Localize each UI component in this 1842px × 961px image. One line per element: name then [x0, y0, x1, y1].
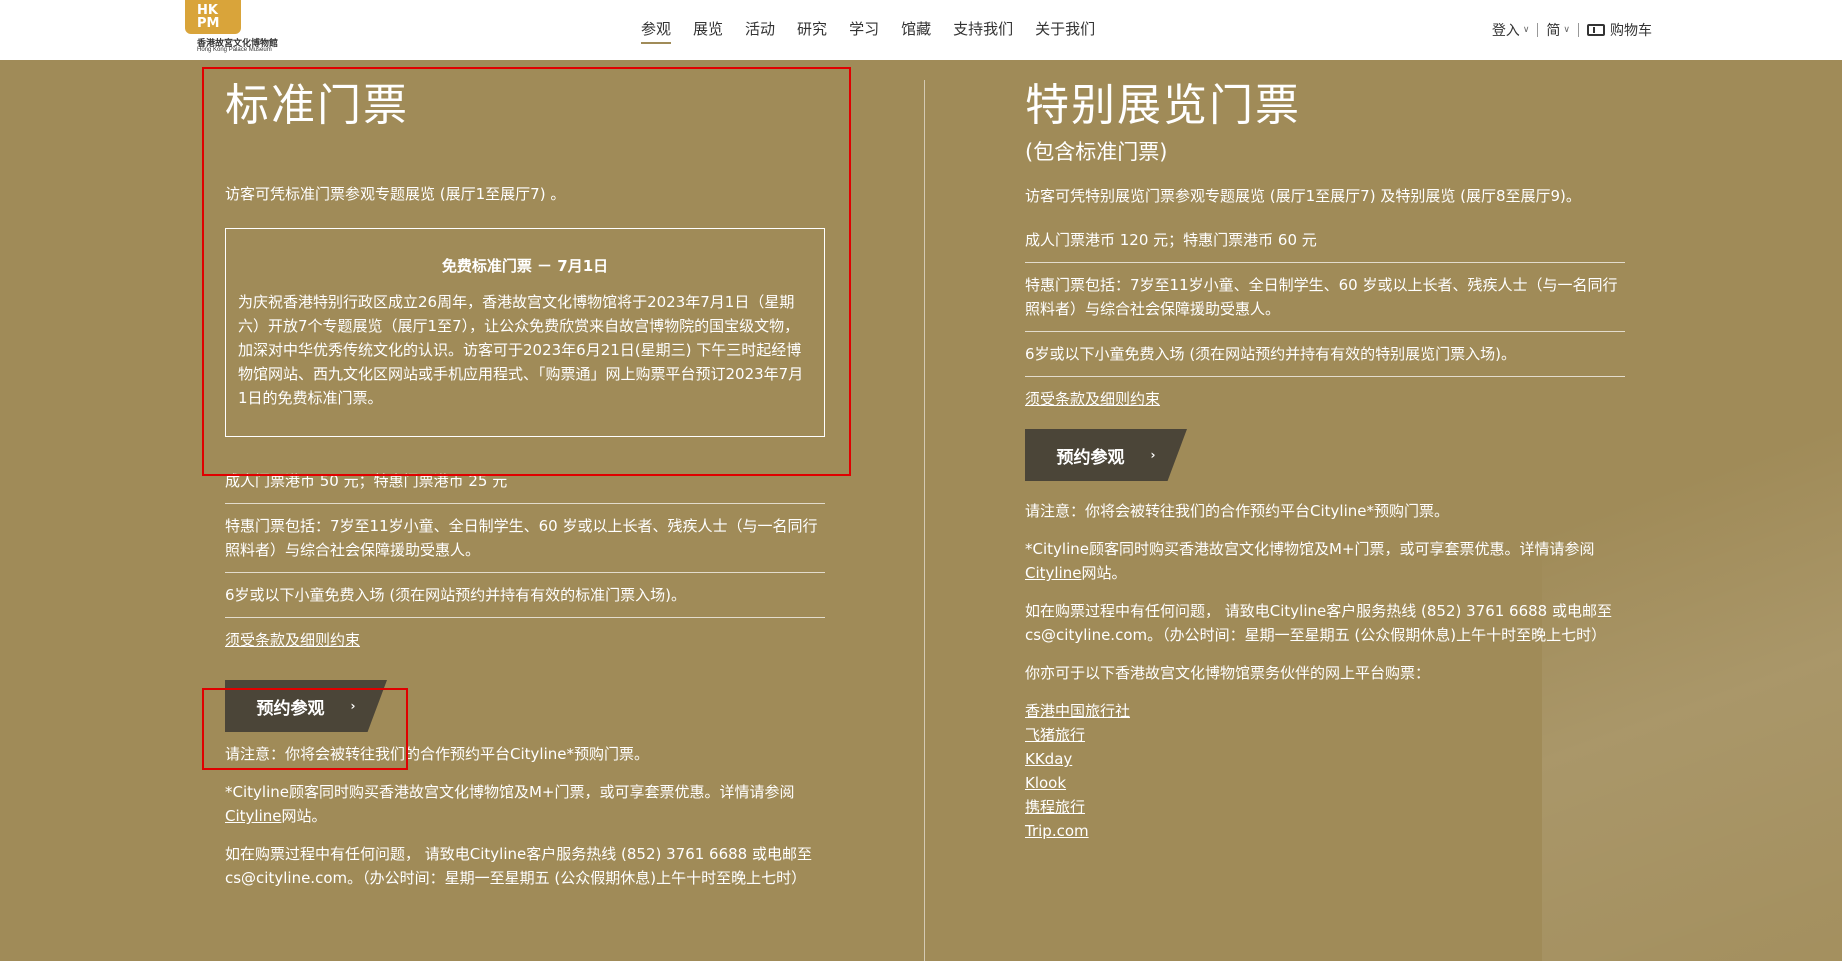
notice-body: 为庆祝香港特别行政区成立26周年，香港故宫文化博物馆将于2023年7月1日（星期…	[238, 293, 804, 407]
cityline-redirect-note: 请注意：你将会被转往我们的合作预约平台Cityline*预购门票。	[1025, 502, 1449, 520]
logo-name-en: Hong Kong Palace Museum	[197, 47, 272, 53]
booking-button-wrap: 预约参观 ›	[1025, 429, 1625, 481]
nav-learning[interactable]: 学习	[838, 18, 890, 44]
book-visit-button[interactable]: 预约参观 ›	[1025, 429, 1187, 481]
main-nav: 参观 展览 活动 研究 学习 馆藏 支持我们 关于我们	[630, 18, 1106, 44]
nav-exhibitions[interactable]: 展览	[682, 18, 734, 44]
partner-link[interactable]: 携程旅行	[1025, 798, 1085, 816]
partners-intro: 你亦可于以下香港故宫文化博物馆票务伙伴的网上平台购票：	[1025, 664, 1431, 682]
package-offer-note: *Cityline顾客同时购买香港故宫文化博物馆及M+门票，或可享套票优惠。详情…	[225, 783, 795, 825]
partner-list: 香港中国旅行社 飞猪旅行 KKday Klook 携程旅行 Trip.com	[1025, 699, 1625, 843]
login-button[interactable]: 登入 ∨	[1484, 20, 1538, 40]
special-ticket-subtitle: (包含标准门票)	[1025, 140, 1168, 164]
cityline-link[interactable]: Cityline	[225, 807, 281, 825]
standard-concession: 特惠门票包括：7岁至11岁小童、全日制学生、60 岁或以上长者、残疾人士（与一名…	[225, 504, 825, 573]
chevron-right-icon: ›	[1150, 448, 1156, 462]
nav-visit[interactable]: 参观	[630, 18, 682, 44]
standard-price: 成人门票港币 50 元；特惠门票港币 25 元	[225, 459, 825, 504]
partner-link[interactable]: Trip.com	[1025, 822, 1089, 840]
partner-link[interactable]: Klook	[1025, 774, 1066, 792]
partner-link[interactable]: KKday	[1025, 750, 1072, 768]
terms-link[interactable]: 须受条款及细则约束	[1025, 390, 1160, 408]
special-ticket-section: 特别展览门票 (包含标准门票) 访客可凭特别展览门票参观专题展览 (展厅1至展厅…	[1025, 60, 1625, 843]
standard-ticket-section: 标准门票 访客可凭标准门票参观专题展览 (展厅1至展厅7) 。 免费标准门票 －…	[225, 60, 825, 890]
language-selector[interactable]: 简 ∨	[1538, 20, 1578, 40]
notice-title: 免费标准门票 － 7月1日	[441, 257, 609, 275]
cart-button[interactable]: 购物车	[1579, 20, 1660, 40]
chevron-down-icon: ∨	[1522, 25, 1530, 35]
cityline-link[interactable]: Cityline	[1025, 564, 1081, 582]
special-concession: 特惠门票包括：7岁至11岁小童、全日制学生、60 岁或以上长者、残疾人士（与一名…	[1025, 263, 1625, 332]
special-children: 6岁或以下小童免费入场 (须在网站预约并持有有效的特别展览门票入场)。	[1025, 332, 1625, 377]
special-ticket-intro: 访客可凭特别展览门票参观专题展览 (展厅1至展厅7) 及特别展览 (展厅8至展厅…	[1025, 187, 1581, 205]
partner-link[interactable]: 飞猪旅行	[1025, 726, 1085, 744]
contact-note: 如在购票过程中有任何问题， 请致电Cityline客户服务热线 (852) 37…	[225, 845, 812, 887]
package-offer-note: *Cityline顾客同时购买香港故宫文化博物馆及M+门票，或可享套票优惠。详情…	[1025, 540, 1595, 582]
nav-about[interactable]: 关于我们	[1024, 18, 1106, 44]
chevron-down-icon: ∨	[1563, 25, 1570, 35]
booking-button-wrap: 预约参观 ›	[225, 680, 825, 732]
free-ticket-notice: 免费标准门票 － 7月1日 为庆祝香港特别行政区成立26周年，香港故宫文化博物馆…	[225, 228, 825, 437]
ticket-icon	[1587, 24, 1605, 36]
cityline-redirect-note: 请注意：你将会被转往我们的合作预约平台Cityline*预购门票。	[225, 745, 649, 763]
chevron-right-icon: ›	[350, 699, 356, 713]
special-ticket-title: 特别展览门票	[1025, 80, 1301, 131]
standard-ticket-intro: 访客可凭标准门票参观专题展览 (展厅1至展厅7) 。	[225, 185, 566, 203]
logo-mark: HK PM	[185, 0, 241, 34]
nav-events[interactable]: 活动	[734, 18, 786, 44]
standard-children: 6岁或以下小童免费入场 (须在网站预约并持有有效的标准门票入场)。	[225, 573, 825, 618]
nav-support[interactable]: 支持我们	[942, 18, 1024, 44]
standard-ticket-title: 标准门票	[225, 80, 409, 131]
nav-collection[interactable]: 馆藏	[890, 18, 942, 44]
nav-research[interactable]: 研究	[786, 18, 838, 44]
column-divider	[924, 80, 925, 961]
header-utilities: 登入 ∨ 简 ∨ 购物车	[1484, 20, 1660, 40]
contact-note: 如在购票过程中有任何问题， 请致电Cityline客户服务热线 (852) 37…	[1025, 602, 1612, 644]
partner-link[interactable]: 香港中国旅行社	[1025, 702, 1130, 720]
site-header: HK PM 香港故宮文化博物館 Hong Kong Palace Museum …	[0, 0, 1842, 60]
terms-link[interactable]: 须受条款及细则约束	[225, 631, 360, 649]
book-visit-button[interactable]: 预约参观 ›	[225, 680, 387, 732]
museum-logo[interactable]: HK PM 香港故宮文化博物館 Hong Kong Palace Museum	[185, 0, 295, 58]
special-price: 成人门票港币 120 元；特惠门票港币 60 元	[1025, 218, 1625, 263]
